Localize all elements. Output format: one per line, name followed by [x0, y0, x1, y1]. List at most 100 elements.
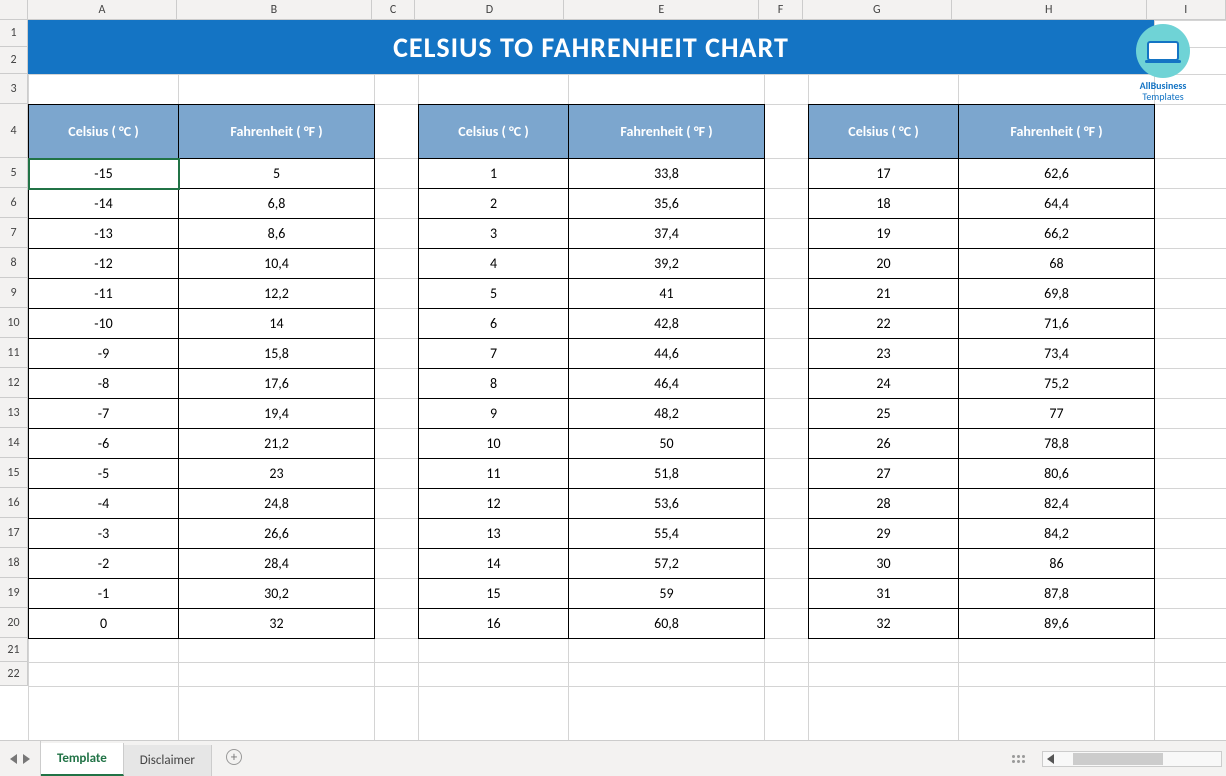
cell-celsius[interactable]: 27 [809, 459, 959, 489]
cell-celsius[interactable]: 4 [419, 249, 569, 279]
cell-fahrenheit[interactable]: 35,6 [569, 189, 765, 219]
column-header-H[interactable]: H [952, 0, 1147, 19]
cell-fahrenheit[interactable]: 19,4 [179, 399, 375, 429]
cell-fahrenheit[interactable]: 33,8 [569, 159, 765, 189]
cell-fahrenheit[interactable]: 87,8 [959, 579, 1155, 609]
row-header-1[interactable]: 1 [0, 20, 27, 47]
row-header-9[interactable]: 9 [0, 278, 27, 308]
cell-celsius[interactable]: 26 [809, 429, 959, 459]
cell-celsius[interactable]: 25 [809, 399, 959, 429]
cell-celsius[interactable]: 17 [809, 159, 959, 189]
cell-fahrenheit[interactable]: 41 [569, 279, 765, 309]
cell-celsius[interactable]: -1 [29, 579, 179, 609]
row-header-17[interactable]: 17 [0, 518, 27, 548]
cell-celsius[interactable]: -2 [29, 549, 179, 579]
header-celsius[interactable]: Celsius ( °C ) [419, 105, 569, 159]
cell-celsius[interactable]: 3 [419, 219, 569, 249]
row-header-4[interactable]: 4 [0, 104, 27, 158]
cell-celsius[interactable]: 7 [419, 339, 569, 369]
cell-fahrenheit[interactable]: 84,2 [959, 519, 1155, 549]
cell-fahrenheit[interactable]: 10,4 [179, 249, 375, 279]
cell-fahrenheit[interactable]: 6,8 [179, 189, 375, 219]
cell-celsius[interactable]: 32 [809, 609, 959, 639]
row-header-10[interactable]: 10 [0, 308, 27, 338]
cell-celsius[interactable]: 11 [419, 459, 569, 489]
column-header-B[interactable]: B [177, 0, 372, 19]
row-headers[interactable]: 12345678910111213141516171819202122 [0, 20, 28, 686]
row-header-14[interactable]: 14 [0, 428, 27, 458]
cell-fahrenheit[interactable]: 42,8 [569, 309, 765, 339]
cell-celsius[interactable]: 21 [809, 279, 959, 309]
cell-fahrenheit[interactable]: 14 [179, 309, 375, 339]
cell-fahrenheit[interactable]: 21,2 [179, 429, 375, 459]
cell-fahrenheit[interactable]: 46,4 [569, 369, 765, 399]
row-header-19[interactable]: 19 [0, 578, 27, 608]
horizontal-scrollbar[interactable] [1042, 751, 1222, 767]
cell-fahrenheit[interactable]: 28,4 [179, 549, 375, 579]
row-header-15[interactable]: 15 [0, 458, 27, 488]
cell-fahrenheit[interactable]: 39,2 [569, 249, 765, 279]
cell-celsius[interactable]: 18 [809, 189, 959, 219]
cell-fahrenheit[interactable]: 15,8 [179, 339, 375, 369]
grid[interactable]: CELSIUS TO FAHRENHEIT CHART AllBusiness … [28, 20, 1226, 740]
cell-fahrenheit[interactable]: 48,2 [569, 399, 765, 429]
cell-fahrenheit[interactable]: 12,2 [179, 279, 375, 309]
cell-celsius[interactable]: 24 [809, 369, 959, 399]
cell-fahrenheit[interactable]: 73,4 [959, 339, 1155, 369]
cell-celsius[interactable]: -9 [29, 339, 179, 369]
add-sheet-button[interactable]: + [212, 741, 256, 776]
cell-fahrenheit[interactable]: 60,8 [569, 609, 765, 639]
cell-fahrenheit[interactable]: 78,8 [959, 429, 1155, 459]
cell-fahrenheit[interactable]: 59 [569, 579, 765, 609]
cell-fahrenheit[interactable]: 62,6 [959, 159, 1155, 189]
cell-fahrenheit[interactable]: 17,6 [179, 369, 375, 399]
cell-celsius[interactable]: -8 [29, 369, 179, 399]
cell-celsius[interactable]: 28 [809, 489, 959, 519]
cell-fahrenheit[interactable]: 26,6 [179, 519, 375, 549]
cell-fahrenheit[interactable]: 5 [179, 159, 375, 189]
row-header-13[interactable]: 13 [0, 398, 27, 428]
cell-celsius[interactable]: -7 [29, 399, 179, 429]
cell-celsius[interactable]: 6 [419, 309, 569, 339]
cell-fahrenheit[interactable]: 30,2 [179, 579, 375, 609]
cell-celsius[interactable]: 14 [419, 549, 569, 579]
cell-celsius[interactable]: -14 [29, 189, 179, 219]
header-fahrenheit[interactable]: Fahrenheit ( °F ) [569, 105, 765, 159]
cell-celsius[interactable]: 22 [809, 309, 959, 339]
row-header-22[interactable]: 22 [0, 662, 27, 686]
cell-celsius[interactable]: 31 [809, 579, 959, 609]
cell-fahrenheit[interactable]: 44,6 [569, 339, 765, 369]
cell-celsius[interactable]: -6 [29, 429, 179, 459]
row-header-7[interactable]: 7 [0, 218, 27, 248]
cell-fahrenheit[interactable]: 86 [959, 549, 1155, 579]
cell-celsius[interactable]: 29 [809, 519, 959, 549]
cell-celsius[interactable]: -4 [29, 489, 179, 519]
cell-fahrenheit[interactable]: 57,2 [569, 549, 765, 579]
cell-fahrenheit[interactable]: 82,4 [959, 489, 1155, 519]
column-header-A[interactable]: A [28, 0, 177, 19]
cell-celsius[interactable]: 0 [29, 609, 179, 639]
cell-fahrenheit[interactable]: 71,6 [959, 309, 1155, 339]
next-sheet-icon[interactable] [23, 754, 30, 764]
cell-celsius[interactable]: 30 [809, 549, 959, 579]
row-header-2[interactable]: 2 [0, 47, 27, 74]
row-header-5[interactable]: 5 [0, 158, 27, 188]
cell-celsius[interactable]: -3 [29, 519, 179, 549]
column-header-C[interactable]: C [372, 0, 416, 19]
cell-fahrenheit[interactable]: 68 [959, 249, 1155, 279]
cell-celsius[interactable]: 8 [419, 369, 569, 399]
header-fahrenheit[interactable]: Fahrenheit ( °F ) [959, 105, 1155, 159]
prev-sheet-icon[interactable] [10, 754, 17, 764]
cell-fahrenheit[interactable]: 64,4 [959, 189, 1155, 219]
cell-fahrenheit[interactable]: 66,2 [959, 219, 1155, 249]
cell-celsius[interactable]: -12 [29, 249, 179, 279]
row-header-18[interactable]: 18 [0, 548, 27, 578]
row-header-11[interactable]: 11 [0, 338, 27, 368]
cell-celsius[interactable]: 9 [419, 399, 569, 429]
cell-fahrenheit[interactable]: 80,6 [959, 459, 1155, 489]
cell-celsius[interactable]: 15 [419, 579, 569, 609]
cell-fahrenheit[interactable]: 51,8 [569, 459, 765, 489]
row-header-8[interactable]: 8 [0, 248, 27, 278]
cell-celsius[interactable]: 23 [809, 339, 959, 369]
row-header-21[interactable]: 21 [0, 638, 27, 662]
